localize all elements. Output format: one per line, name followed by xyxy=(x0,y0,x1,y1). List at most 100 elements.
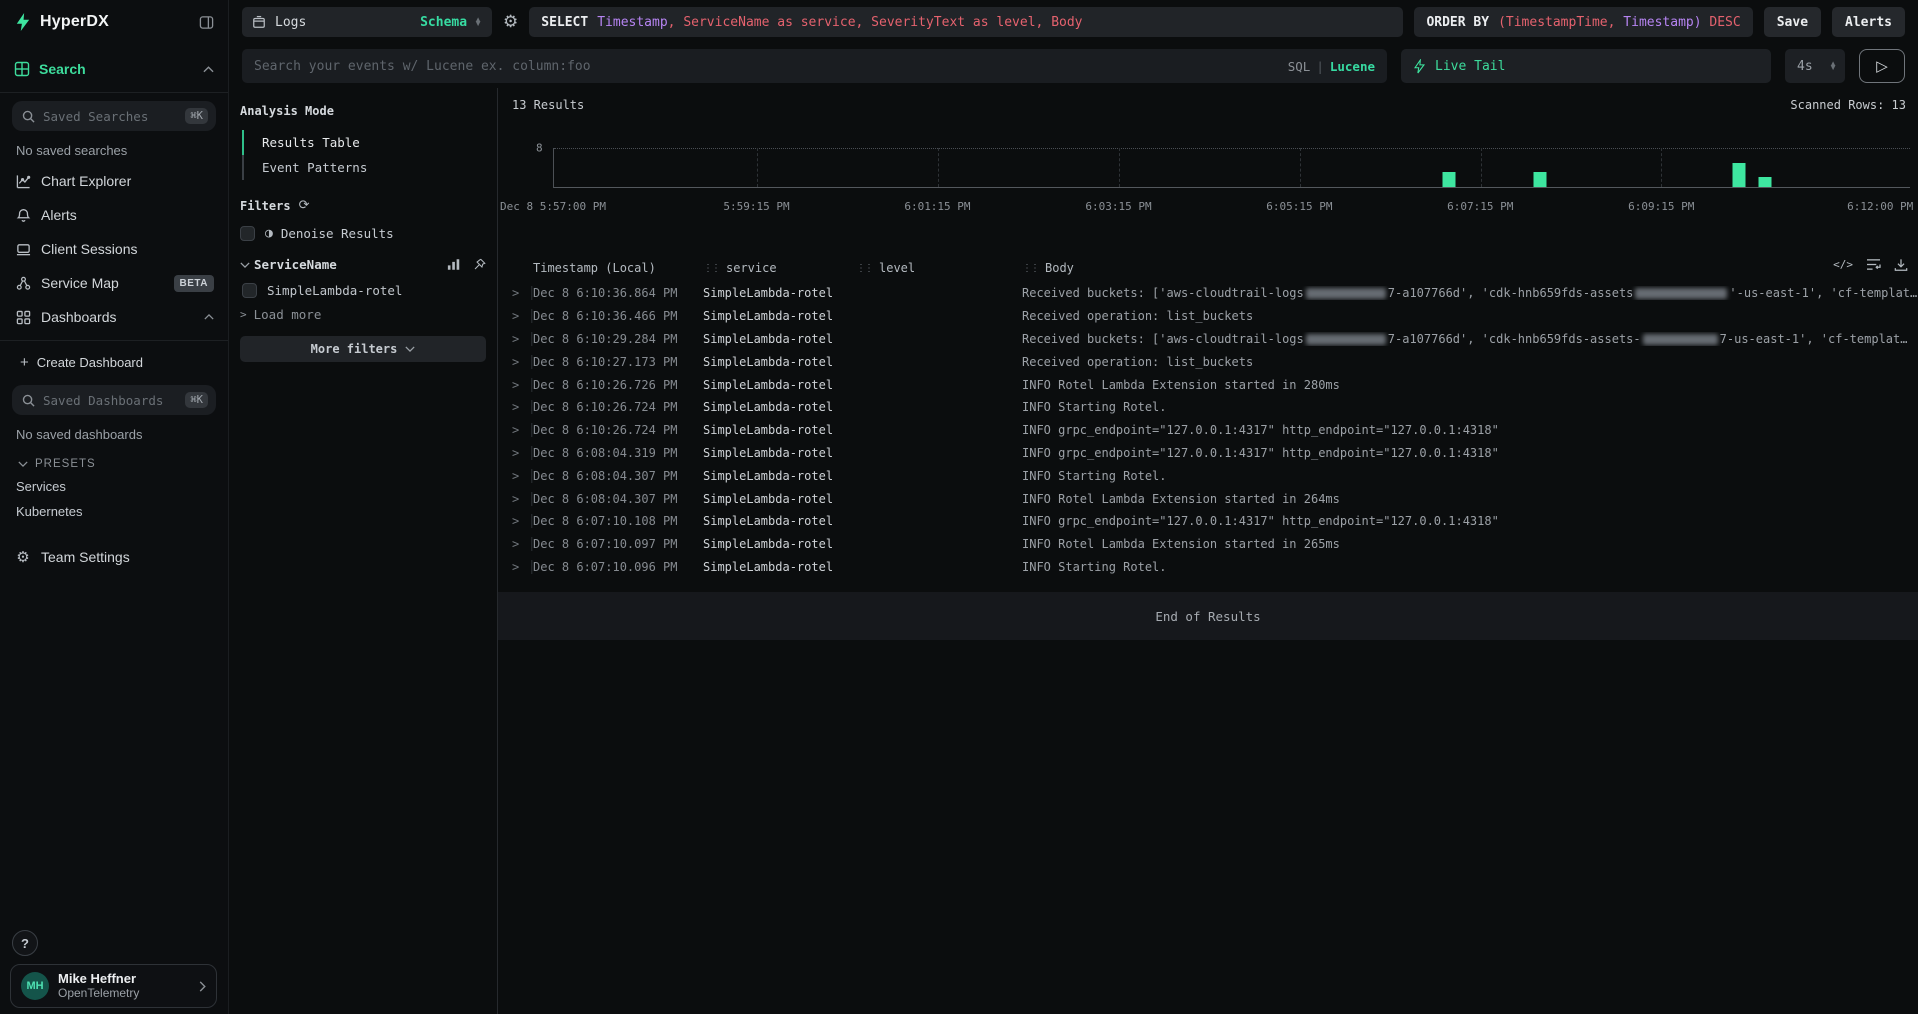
refresh-icon[interactable]: ⟳ xyxy=(299,198,310,213)
gear-icon[interactable]: ⚙ xyxy=(503,12,518,32)
col-body[interactable]: ⋮⋮Body xyxy=(1022,261,1918,275)
y-axis-label: 8 xyxy=(536,142,543,155)
drag-handle-icon[interactable]: ⋮⋮ xyxy=(1022,263,1038,274)
query-token: , xyxy=(856,15,872,30)
table-row[interactable]: >│Dec 8 6:10:27.173 PMSimpleLambda-rotel… xyxy=(498,350,1918,373)
col-timestamp[interactable]: Timestamp (Local) xyxy=(533,261,703,275)
filters-label: Filters xyxy=(240,199,291,213)
table-row[interactable]: >│Dec 8 6:10:26.724 PMSimpleLambda-rotel… xyxy=(498,396,1918,419)
histogram-bar[interactable] xyxy=(1733,163,1746,187)
sidebar-item-team-settings[interactable]: ⚙ Team Settings xyxy=(0,540,228,574)
expand-row-chevron[interactable]: >│ xyxy=(498,514,533,528)
live-tail-button[interactable]: Live Tail xyxy=(1401,49,1771,83)
table-row[interactable]: >│Dec 8 6:07:10.108 PMSimpleLambda-rotel… xyxy=(498,510,1918,533)
expand-row-chevron[interactable]: >│ xyxy=(498,309,533,323)
chevron-up-icon[interactable] xyxy=(203,66,214,73)
create-dashboard-button[interactable]: + Create Dashboard xyxy=(0,347,228,377)
facet-value-simplelambda[interactable]: SimpleLambda-rotel xyxy=(242,283,486,298)
table-row[interactable]: >│Dec 8 6:10:36.466 PMSimpleLambda-rotel… xyxy=(498,305,1918,328)
table-row[interactable]: >│Dec 8 6:10:26.726 PMSimpleLambda-rotel… xyxy=(498,373,1918,396)
expand-row-chevron[interactable]: >│ xyxy=(498,400,533,414)
source-select[interactable]: Logs Schema ▲▼ xyxy=(242,7,492,37)
sidebar-item-service-map[interactable]: Service Map BETA xyxy=(0,266,228,300)
table-row[interactable]: >│Dec 8 6:10:29.284 PMSimpleLambda-rotel… xyxy=(498,328,1918,351)
table-row[interactable]: >│Dec 8 6:10:26.724 PMSimpleLambda-rotel… xyxy=(498,419,1918,442)
sidebar-item-alerts[interactable]: Alerts xyxy=(0,198,228,232)
presets-toggle[interactable]: PRESETS xyxy=(0,448,228,474)
select-query-input[interactable]: SELECT Timestamp, ServiceName as service… xyxy=(529,7,1403,37)
expand-row-chevron[interactable]: >│ xyxy=(498,446,533,460)
drag-handle-icon[interactable]: ⋮⋮ xyxy=(856,263,872,274)
denoise-results-toggle[interactable]: ◑ Denoise Results xyxy=(240,226,486,241)
event-search-input[interactable]: Search your events w/ Lucene ex. column:… xyxy=(242,49,1387,83)
gridline-vertical xyxy=(1300,148,1301,187)
chevron-updown-icon[interactable]: ▲▼ xyxy=(1829,62,1837,70)
expand-row-chevron[interactable]: >│ xyxy=(498,469,533,483)
mode-results-table[interactable]: Results Table xyxy=(242,130,486,155)
expand-row-chevron[interactable]: >│ xyxy=(498,537,533,551)
more-filters-button[interactable]: More filters xyxy=(240,336,486,362)
expand-row-chevron[interactable]: >│ xyxy=(498,355,533,369)
load-more-button[interactable]: > Load more xyxy=(240,307,486,322)
orderby-input[interactable]: ORDER BY (TimestampTime, Timestamp) DESC xyxy=(1414,7,1752,37)
facet-servicename-header[interactable]: ServiceName xyxy=(240,257,486,272)
save-button[interactable]: Save xyxy=(1764,7,1821,37)
pin-icon[interactable] xyxy=(473,258,486,271)
beta-badge: BETA xyxy=(174,275,214,292)
histogram-bar[interactable] xyxy=(1442,172,1455,187)
analysis-mode-title: Analysis Mode xyxy=(240,104,486,118)
table-row[interactable]: >│Dec 8 6:07:10.096 PMSimpleLambda-rotel… xyxy=(498,556,1918,579)
lucene-toggle[interactable]: Lucene xyxy=(1330,59,1375,74)
expand-row-chevron[interactable]: >│ xyxy=(498,423,533,437)
chevron-right-icon: > xyxy=(512,469,519,483)
mode-event-patterns[interactable]: Event Patterns xyxy=(242,155,486,180)
language-toggle[interactable]: SQL | Lucene xyxy=(1288,59,1375,74)
expand-row-chevron[interactable]: >│ xyxy=(498,492,533,506)
table-row[interactable]: >│Dec 8 6:08:04.307 PMSimpleLambda-rotel… xyxy=(498,487,1918,510)
facet-checkbox[interactable] xyxy=(242,283,257,298)
run-query-button[interactable]: ▷ xyxy=(1859,49,1905,83)
histogram-bar[interactable] xyxy=(1533,172,1546,187)
wrap-lines-icon[interactable] xyxy=(1866,258,1881,272)
table-row[interactable]: >│Dec 8 6:07:10.097 PMSimpleLambda-rotel… xyxy=(498,533,1918,556)
sidebar-item-search[interactable]: Search xyxy=(0,52,228,86)
col-level[interactable]: ⋮⋮level xyxy=(856,261,1022,275)
code-view-icon[interactable]: </> xyxy=(1833,258,1853,272)
alerts-button[interactable]: Alerts xyxy=(1832,7,1905,37)
cell-timestamp: Dec 8 6:10:36.864 PM xyxy=(533,286,703,300)
collapse-sidebar-icon[interactable] xyxy=(199,15,214,30)
saved-dashboards-input[interactable]: Saved Dashboards ⌘K xyxy=(12,385,216,415)
chevron-updown-icon: ▲▼ xyxy=(474,18,482,26)
sql-toggle[interactable]: SQL xyxy=(1288,59,1311,74)
histogram-bar[interactable] xyxy=(1758,177,1771,187)
chevron-right-icon: > xyxy=(512,514,519,528)
bar-chart-icon[interactable] xyxy=(447,258,461,271)
toggle-divider: | xyxy=(1316,59,1324,74)
app-title: HyperDX xyxy=(40,13,109,31)
expand-row-chevron[interactable]: >│ xyxy=(498,378,533,392)
expand-row-chevron[interactable]: >│ xyxy=(498,560,533,574)
sidebar-item-client-sessions[interactable]: Client Sessions xyxy=(0,232,228,266)
expand-row-chevron[interactable]: >│ xyxy=(498,286,533,300)
refresh-interval-select[interactable]: 4s ▲▼ xyxy=(1785,49,1845,83)
table-row[interactable]: >│Dec 8 6:08:04.307 PMSimpleLambda-rotel… xyxy=(498,464,1918,487)
sidebar-item-chart-explorer[interactable]: Chart Explorer xyxy=(0,164,228,198)
chevron-right-icon: > xyxy=(512,286,519,300)
denoise-checkbox[interactable] xyxy=(240,226,255,241)
help-button[interactable]: ? xyxy=(12,930,38,956)
saved-searches-input[interactable]: Saved Searches ⌘K xyxy=(12,101,216,131)
cell-body: Received buckets: ['aws-cloudtrail-logs7… xyxy=(1022,332,1918,346)
download-icon[interactable] xyxy=(1894,258,1908,272)
results-histogram[interactable]: 8 Dec 8 5:57:00 PM5:59:15 PM6:01:15 PM6:… xyxy=(498,134,1918,216)
col-service[interactable]: ⋮⋮service xyxy=(703,261,856,275)
user-profile-card[interactable]: MH Mike Heffner OpenTelemetry xyxy=(10,964,217,1008)
table-row[interactable]: >│Dec 8 6:10:36.864 PMSimpleLambda-rotel… xyxy=(498,282,1918,305)
expand-row-chevron[interactable]: >│ xyxy=(498,332,533,346)
sidebar-item-dashboards[interactable]: Dashboards xyxy=(0,300,228,334)
chevron-up-icon[interactable] xyxy=(204,314,214,320)
preset-item-kubernetes[interactable]: Kubernetes xyxy=(0,499,228,524)
drag-handle-icon[interactable]: ⋮⋮ xyxy=(703,263,719,274)
table-row[interactable]: >│Dec 8 6:08:04.319 PMSimpleLambda-rotel… xyxy=(498,442,1918,465)
filters-header: Filters ⟳ xyxy=(240,198,486,213)
preset-item-services[interactable]: Services xyxy=(0,474,228,499)
